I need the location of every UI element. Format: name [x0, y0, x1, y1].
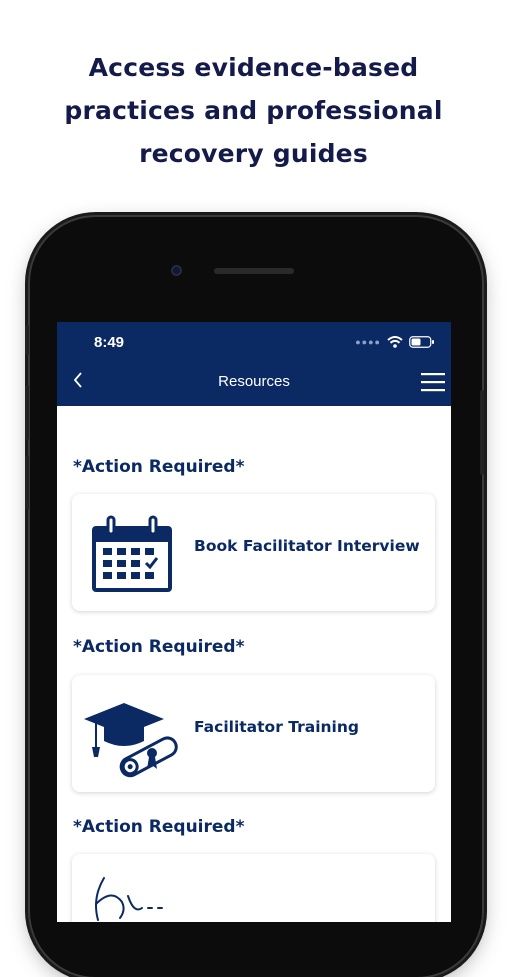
book-interview-card[interactable]: Book Facilitator Interview — [72, 494, 435, 611]
action-required-label: *Action Required* — [73, 817, 245, 837]
signature-card[interactable] — [72, 854, 435, 922]
headline-line-1: Access evidence-based — [88, 53, 419, 82]
status-time: 8:49 — [94, 334, 125, 351]
status-icons: ●●●● — [355, 336, 435, 348]
signature-icon — [95, 877, 163, 921]
action-required-label: *Action Required* — [73, 637, 245, 657]
headline-line-3: recovery guides — [139, 139, 368, 168]
signal-dots-icon: ●●●● — [355, 337, 381, 347]
earpiece-speaker — [214, 268, 294, 274]
hamburger-menu-icon — [421, 373, 445, 392]
phone-power-button — [480, 390, 484, 475]
headline-line-2: practices and professional — [64, 96, 443, 125]
phone-screen: 8:49 ●●●● Resources *Action Required* Bo… — [57, 322, 451, 922]
book-interview-label: Book Facilitator Interview — [194, 537, 420, 555]
menu-button[interactable] — [421, 371, 445, 393]
phone-mute-switch — [25, 325, 29, 355]
marketing-headline: Access evidence-based practices and prof… — [0, 46, 507, 175]
action-required-label: *Action Required* — [73, 457, 245, 477]
wifi-icon — [387, 336, 403, 348]
app-header: 8:49 ●●●● Resources — [57, 322, 451, 406]
page-title: Resources — [218, 373, 290, 390]
battery-icon — [409, 336, 434, 348]
phone-volume-up — [25, 385, 29, 440]
graduation-cap-diploma-icon — [84, 703, 178, 778]
facilitator-training-label: Facilitator Training — [194, 718, 359, 736]
front-camera — [171, 265, 182, 276]
calendar-icon — [92, 515, 172, 592]
phone-volume-down — [25, 455, 29, 510]
facilitator-training-card[interactable]: Facilitator Training — [72, 675, 435, 792]
